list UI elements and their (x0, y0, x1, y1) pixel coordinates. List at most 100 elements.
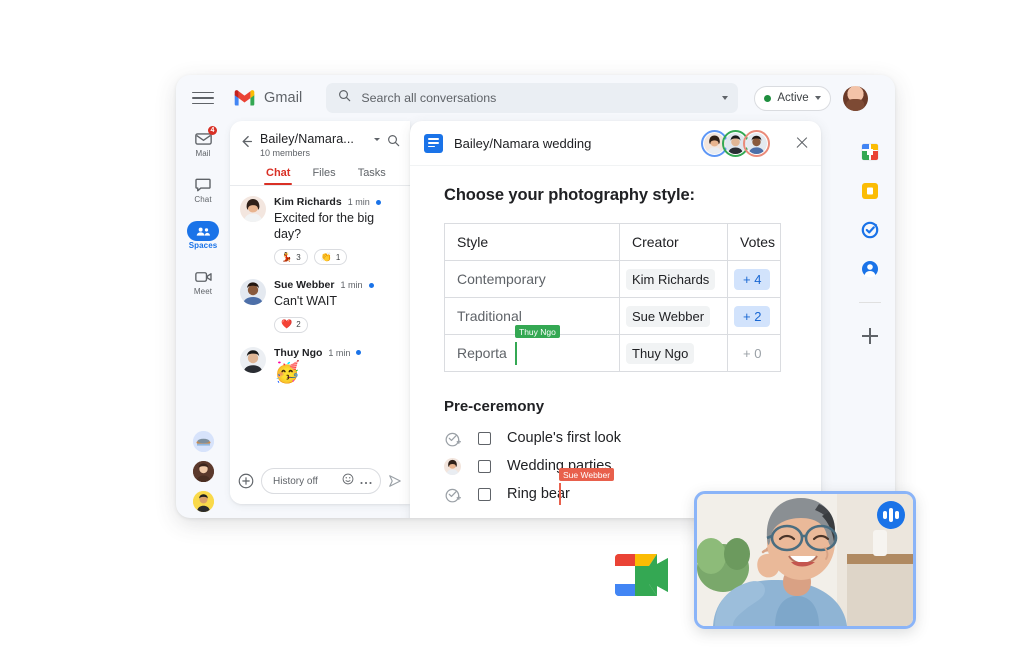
cell-creator[interactable]: Sue Webber (619, 297, 728, 335)
chevron-down-icon[interactable] (722, 96, 729, 100)
sidebar-item-label: Spaces (188, 241, 218, 250)
status-label: Active (777, 92, 809, 104)
reaction-chip[interactable]: 👏 1 (313, 249, 348, 266)
collaborator-cursor-label: Sue Webber (559, 468, 615, 481)
back-arrow-icon[interactable] (240, 135, 253, 148)
cell-votes[interactable]: + 2 (727, 297, 781, 335)
message-emoji: 🥳 (274, 360, 301, 384)
reaction-emoji: 👏 (320, 251, 332, 262)
search-placeholder: Search all conversations (361, 91, 497, 105)
sidebar-item-chat[interactable]: Chat (176, 167, 230, 213)
document-title[interactable]: Bailey/Namara wedding (454, 136, 696, 151)
cell-style[interactable]: Contemporary (444, 260, 620, 298)
reaction-chip[interactable]: ❤️ 2 (274, 316, 308, 333)
search-input[interactable]: Search all conversations (326, 83, 739, 113)
add-task-icon[interactable] (444, 486, 462, 503)
avatar[interactable] (240, 346, 266, 373)
creator-chip: Sue Webber (626, 305, 711, 327)
tab-files[interactable]: Files (312, 167, 335, 185)
chat-title[interactable]: Bailey/Namara... (260, 132, 367, 146)
google-contacts-icon[interactable] (861, 260, 879, 278)
message-timestamp: 1 min (340, 280, 363, 291)
google-tasks-icon[interactable] (861, 221, 879, 239)
meet-video-tile[interactable] (694, 491, 916, 629)
vote-chip: + 4 (734, 268, 771, 290)
unread-dot (368, 282, 374, 288)
unread-dot (375, 199, 381, 205)
cell-creator[interactable]: Thuy Ngo (619, 334, 728, 372)
reaction-emoji: ❤️ (281, 319, 293, 330)
tab-chat[interactable]: Chat (263, 167, 293, 185)
search-icon (338, 89, 351, 107)
send-icon[interactable] (388, 474, 402, 488)
chevron-down-icon[interactable] (374, 138, 380, 141)
message-text: Can't WAIT (274, 294, 338, 309)
vote-chip: + 0 (734, 342, 771, 364)
rail-divider (859, 302, 881, 303)
account-avatar[interactable] (842, 85, 868, 111)
close-icon[interactable] (795, 136, 809, 150)
gmail-logo-icon (234, 90, 255, 106)
checklist-item: Wedding parties (444, 452, 787, 480)
avatar[interactable] (240, 196, 266, 222)
sidebar-item-mail[interactable]: 4 Mail (176, 121, 230, 167)
checkbox[interactable] (478, 431, 491, 445)
cell-creator[interactable]: Kim Richards (619, 260, 728, 298)
chat-panel: Bailey/Namara... 10 members Chat Files T (230, 121, 410, 504)
google-keep-icon[interactable] (861, 182, 879, 200)
avatar[interactable] (192, 461, 214, 482)
left-navigation-rail: 4 Mail Chat Spaces Meet (176, 121, 230, 518)
add-task-icon[interactable] (444, 430, 462, 447)
collaborator-caret (559, 483, 561, 505)
collaborator-caret (515, 342, 517, 365)
rail-avatar-list (176, 431, 230, 512)
spaces-icon (187, 221, 219, 241)
reaction-chip[interactable]: 💃 3 (274, 249, 308, 266)
table-row: Traditional Sue Webber + 2 (444, 297, 781, 335)
checkbox[interactable] (478, 487, 491, 501)
add-apps-icon[interactable] (862, 328, 878, 344)
tab-tasks[interactable]: Tasks (358, 167, 386, 185)
message-timestamp: 1 min (328, 347, 351, 358)
chat-message-list: Kim Richards 1 min Excited for the big d… (230, 186, 410, 385)
audio-activity-icon (877, 501, 905, 529)
avatar[interactable] (192, 491, 214, 512)
creator-chip: Thuy Ngo (626, 342, 695, 364)
collaborator-cursor-label: Thuy Ngo (515, 325, 560, 338)
chat-message: Sue Webber 1 min Can't WAIT ❤️ 2 (240, 279, 400, 333)
reaction-count: 1 (335, 252, 341, 262)
cell-votes[interactable]: + 0 (727, 334, 781, 372)
collaborator-avatar[interactable] (743, 129, 770, 157)
collaborator-facepile (701, 129, 770, 157)
status-badge[interactable]: Active (754, 85, 831, 111)
avatar[interactable] (192, 431, 214, 452)
screenshot-root: Gmail Search all conversations Active 4 … (0, 0, 1024, 670)
chat-message: Kim Richards 1 min Excited for the big d… (240, 196, 400, 266)
photography-style-table: Style Creator Votes Contemporary Kim Ric… (444, 223, 781, 372)
emoji-icon[interactable] (342, 472, 354, 490)
gmail-brand[interactable]: Gmail (234, 90, 302, 106)
sidebar-item-meet[interactable]: Meet (176, 259, 230, 305)
more-options-icon[interactable] (360, 472, 372, 490)
message-author: Sue Webber (274, 279, 335, 292)
plus-circle-icon[interactable] (238, 473, 254, 489)
search-icon[interactable] (387, 134, 400, 152)
reaction-emoji: 💃 (281, 251, 293, 262)
hamburger-menu-icon[interactable] (192, 87, 214, 109)
avatar[interactable] (240, 279, 266, 306)
checklist-item: Couple's first look (444, 424, 787, 452)
message-timestamp: 1 min (347, 197, 370, 207)
cell-style[interactable]: Reporta Thuy Ngo (444, 325, 620, 372)
column-header-style: Style (444, 223, 620, 261)
cell-votes[interactable]: + 4 (727, 260, 781, 298)
mail-unread-badge: 4 (208, 126, 217, 135)
chevron-down-icon[interactable] (814, 96, 821, 100)
right-side-apps-rail (845, 121, 895, 518)
google-calendar-icon[interactable] (861, 143, 879, 161)
sidebar-item-spaces[interactable]: Spaces (176, 213, 230, 259)
message-input[interactable]: History off (261, 468, 381, 494)
sidebar-item-label: Chat (194, 195, 212, 204)
checkbox[interactable] (478, 459, 491, 473)
assignee-avatar[interactable] (444, 457, 461, 475)
document-heading: Choose your photography style: (444, 186, 695, 204)
